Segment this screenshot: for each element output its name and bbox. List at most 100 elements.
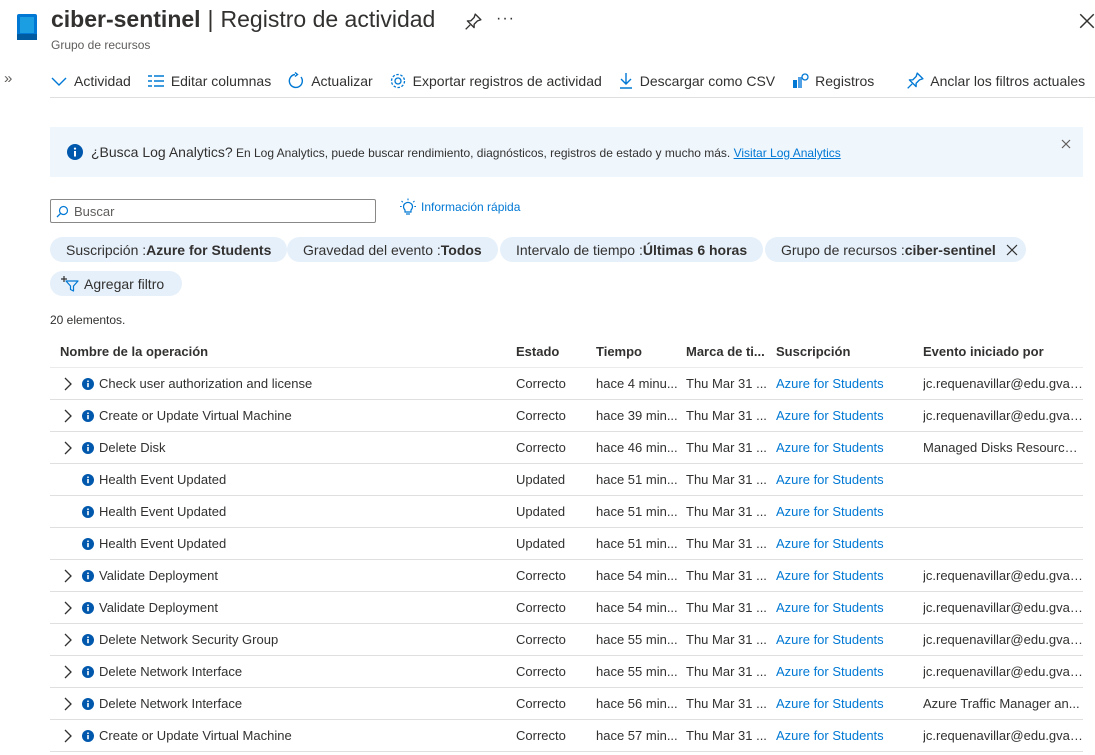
operation-name-cell: Create or Update Virtual Machine xyxy=(50,728,516,744)
filter-pill-resource-group[interactable]: Grupo de recursos : ciber-sentinel xyxy=(765,237,1026,262)
subscription-link[interactable]: Azure for Students xyxy=(776,440,923,455)
download-csv-button[interactable]: Descargar como CSV xyxy=(618,72,775,90)
subscription-link[interactable]: Azure for Students xyxy=(776,408,923,423)
close-icon[interactable] xyxy=(1060,138,1072,150)
column-header-status[interactable]: Estado xyxy=(516,344,596,359)
subscription-link[interactable]: Azure for Students xyxy=(776,568,923,583)
title-separator: | xyxy=(207,6,214,32)
info-icon xyxy=(82,441,94,454)
chevron-right-icon[interactable] xyxy=(60,664,76,680)
subscription-link[interactable]: Azure for Students xyxy=(776,728,923,743)
table-header: Nombre de la operación Estado Tiempo Mar… xyxy=(50,336,1083,368)
table-row[interactable]: Health Event Updated Updated hace 51 min..… xyxy=(50,528,1083,560)
time-cell: hace 57 min... xyxy=(596,728,678,743)
column-header-initiated-by[interactable]: Evento iniciado por xyxy=(923,344,1083,359)
time-cell: hace 54 min... xyxy=(596,568,678,583)
remove-filter-icon[interactable] xyxy=(1006,244,1018,256)
operation-name-cell: Health Event Updated xyxy=(50,504,516,519)
chevron-right-icon[interactable] xyxy=(60,568,76,584)
subscription-link[interactable]: Azure for Students xyxy=(776,504,923,519)
visit-log-analytics-link[interactable]: Visitar Log Analytics xyxy=(734,146,841,160)
time-cell: hace 39 min... xyxy=(596,408,678,423)
quick-insights-link[interactable]: Información rápida xyxy=(400,198,520,216)
chevron-right-icon[interactable] xyxy=(60,408,76,424)
subscription-link[interactable]: Azure for Students xyxy=(776,600,923,615)
time-cell: hace 46 min... xyxy=(596,440,678,455)
table-row[interactable]: Delete Network Security Group Correcto hac… xyxy=(50,624,1083,656)
status-cell: Correcto xyxy=(516,600,566,615)
table-row[interactable]: Delete Network Interface Correcto hace 55 … xyxy=(50,656,1083,688)
subscription-link[interactable]: Azure for Students xyxy=(776,632,923,647)
refresh-button[interactable]: Actualizar xyxy=(287,71,373,90)
filter-pill-severity[interactable]: Gravedad del evento : Todos xyxy=(287,237,498,262)
table-row[interactable]: Delete Network Interface Correcto hace 56 … xyxy=(50,688,1083,720)
chevron-right-icon[interactable] xyxy=(60,728,76,744)
filter-pill-timespan[interactable]: Intervalo de tiempo : Últimas 6 horas xyxy=(500,237,764,262)
time-cell: hace 51 min... xyxy=(596,504,678,519)
operation-name-cell: Validate Deployment xyxy=(50,568,516,584)
search-input[interactable] xyxy=(74,203,354,219)
chevron-right-icon[interactable] xyxy=(60,440,76,456)
chevron-right-icon[interactable] xyxy=(60,696,76,712)
column-header-operation[interactable]: Nombre de la operación xyxy=(50,344,516,359)
column-header-time[interactable]: Tiempo xyxy=(596,344,686,359)
pin-filters-button[interactable]: Anclar los filtros actuales xyxy=(906,71,1085,90)
subscription-link[interactable]: Azure for Students xyxy=(776,536,923,551)
info-icon xyxy=(82,505,94,518)
page-title-text: Registro de actividad xyxy=(220,6,436,32)
search-box[interactable] xyxy=(50,199,376,223)
operation-name: Create or Update Virtual Machine xyxy=(99,728,292,743)
table-row[interactable]: Create or Update Virtual Machine Correcto… xyxy=(50,400,1083,432)
column-header-timestamp[interactable]: Marca de ti... xyxy=(686,344,776,359)
status-cell: Updated xyxy=(516,504,566,519)
activity-label: Actividad xyxy=(74,72,131,89)
table-row[interactable]: Validate Deployment Correcto hace 54 min..… xyxy=(50,592,1083,624)
expand-sidebar-icon[interactable]: » xyxy=(4,70,12,87)
info-icon xyxy=(82,697,94,710)
operation-name-cell: Validate Deployment xyxy=(50,600,516,616)
pin-icon[interactable] xyxy=(464,13,482,31)
subscription-link[interactable]: Azure for Students xyxy=(776,376,923,391)
initiated-by-cell: Managed Disks Resource ... xyxy=(923,440,1083,455)
subscription-link[interactable]: Azure for Students xyxy=(776,472,923,487)
info-icon xyxy=(82,665,94,678)
export-activity-logs-button[interactable]: Exportar registros de actividad xyxy=(389,72,602,90)
more-options-icon[interactable]: ··· xyxy=(496,10,515,28)
resource-group-icon xyxy=(17,14,37,40)
filter-key: Gravedad del evento : xyxy=(303,241,441,258)
operation-name-cell: Health Event Updated xyxy=(50,536,516,551)
subscription-link[interactable]: Azure for Students xyxy=(776,664,923,679)
chevron-right-icon[interactable] xyxy=(60,376,76,392)
filter-key: Intervalo de tiempo : xyxy=(516,241,643,258)
filter-key: Grupo de recursos : xyxy=(781,241,905,258)
activity-button[interactable]: Actividad xyxy=(50,73,131,89)
table-body: Check user authorization and license Corr… xyxy=(50,368,1083,752)
table-row[interactable]: Delete Disk Correcto hace 46 min... Thu Mar… xyxy=(50,432,1083,464)
table-row[interactable]: Validate Deployment Correcto hace 54 min..… xyxy=(50,560,1083,592)
subscription-link[interactable]: Azure for Students xyxy=(776,696,923,711)
operation-name: Validate Deployment xyxy=(99,568,218,583)
table-row[interactable]: Health Event Updated Updated hace 51 min..… xyxy=(50,496,1083,528)
logs-button[interactable]: Registros xyxy=(791,72,874,90)
time-cell: hace 56 min... xyxy=(596,696,678,711)
columns-icon xyxy=(147,74,164,87)
operation-name-cell: Delete Disk xyxy=(50,440,516,456)
chevron-right-icon[interactable] xyxy=(60,632,76,648)
add-filter-button[interactable]: Agregar filtro xyxy=(50,271,183,296)
chevron-down-icon xyxy=(51,77,67,86)
timestamp-cell: Thu Mar 31 ... xyxy=(686,632,767,647)
table-row[interactable]: Create or Update Virtual Machine Correcto… xyxy=(50,720,1083,752)
table-row[interactable]: Health Event Updated Updated hace 51 min..… xyxy=(50,464,1083,496)
filter-pill-subscription[interactable]: Suscripción : Azure for Students xyxy=(50,237,288,262)
table-row[interactable]: Check user authorization and license Corr… xyxy=(50,368,1083,400)
chevron-right-icon[interactable] xyxy=(60,600,76,616)
close-icon[interactable] xyxy=(1078,12,1095,30)
status-cell: Correcto xyxy=(516,664,566,679)
edit-columns-button[interactable]: Editar columnas xyxy=(147,73,271,89)
activity-log-table: Nombre de la operación Estado Tiempo Mar… xyxy=(50,336,1083,752)
banner-body: En Log Analytics, puede buscar rendimien… xyxy=(232,146,734,160)
column-header-subscription[interactable]: Suscripción xyxy=(776,344,923,359)
download-csv-label: Descargar como CSV xyxy=(639,72,776,89)
timestamp-cell: Thu Mar 31 ... xyxy=(686,440,767,455)
time-cell: hace 51 min... xyxy=(596,472,678,487)
